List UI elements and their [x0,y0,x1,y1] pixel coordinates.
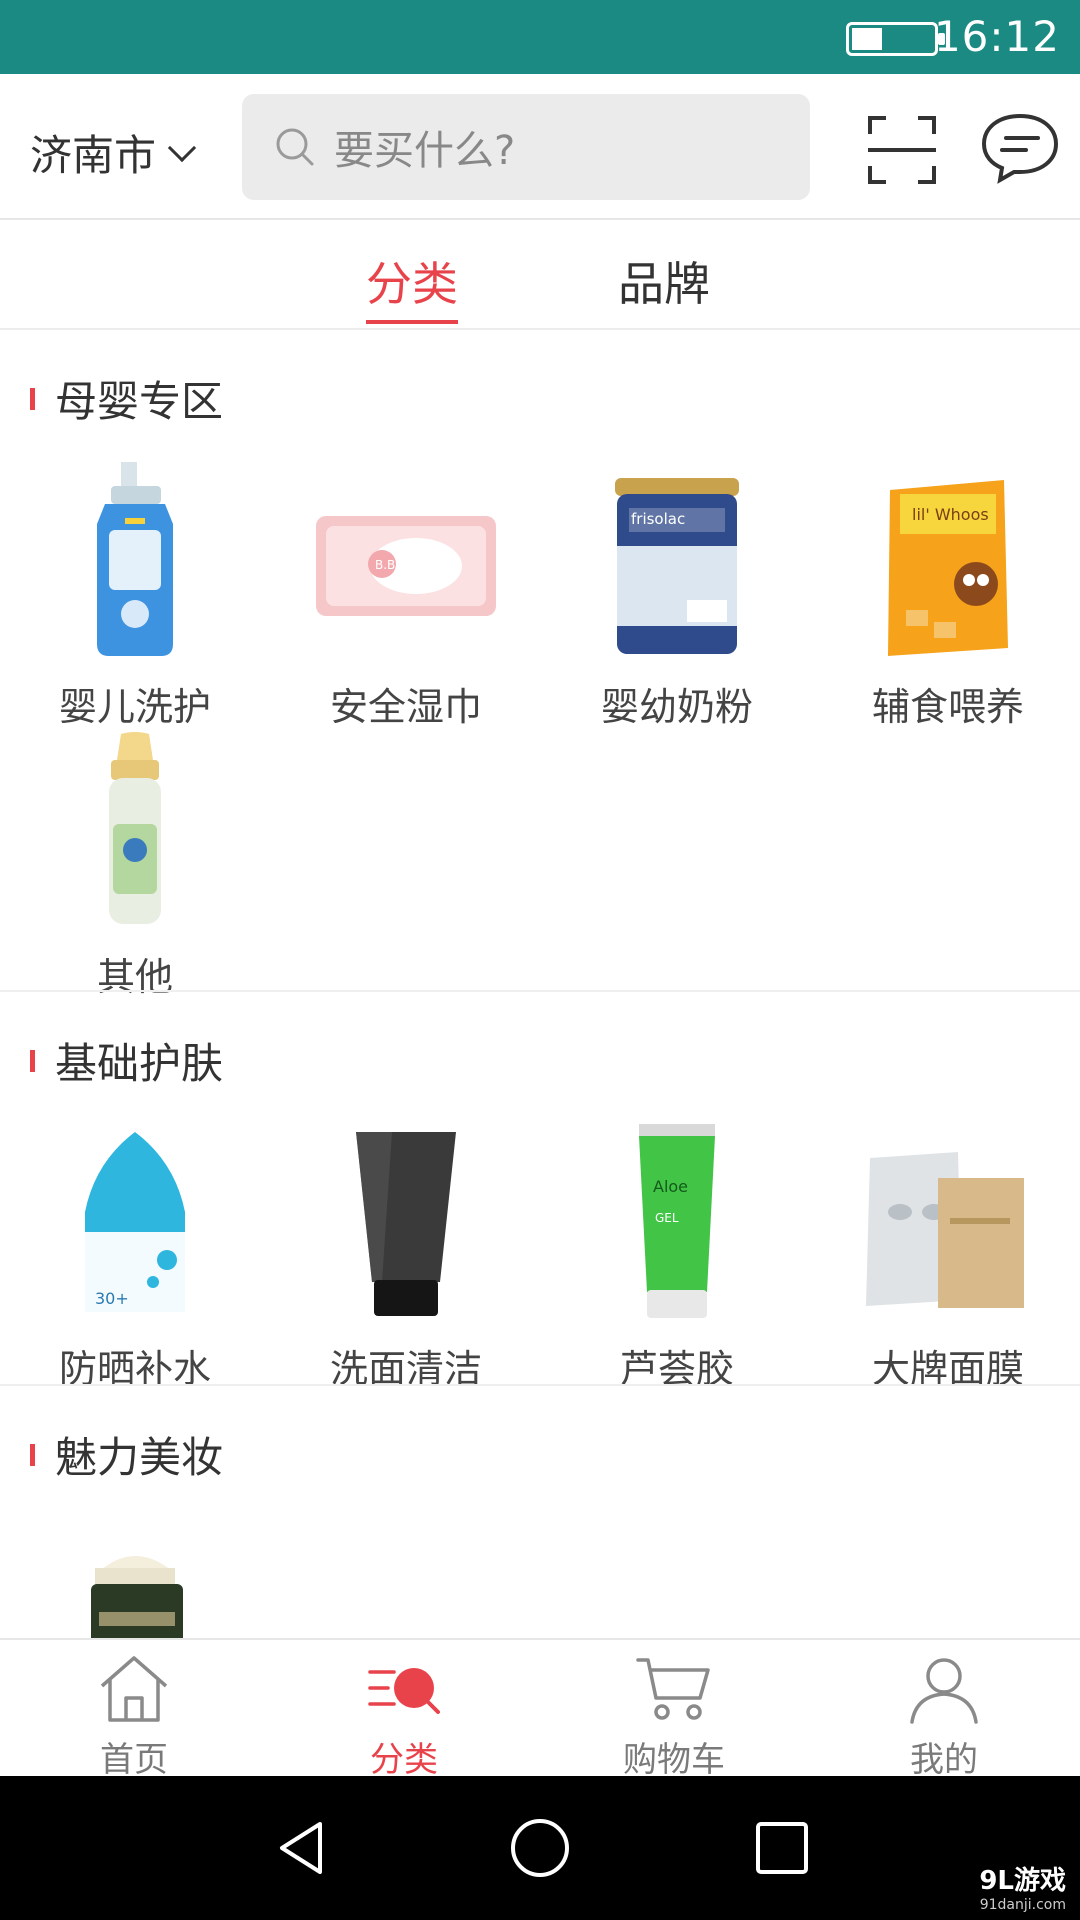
header: 济南市 要买什么? [0,74,1080,220]
bottom-nav: 首页 分类 购物车 我的 [0,1638,1080,1780]
category-item[interactable]: 洗面清洁 [296,1122,516,1393]
nav-cart[interactable]: 购物车 [594,1652,754,1781]
back-icon[interactable] [272,1818,332,1878]
baby-bottle-image [25,730,245,930]
user-icon [910,1658,978,1724]
cart-icon [636,1658,710,1720]
city-label: 济南市 [30,131,157,180]
svg-text:B.B: B.B [375,558,395,572]
section-title: 魅力美妆 [30,1424,223,1485]
category-item[interactable]: 婴儿洗护 [25,460,245,731]
category-item[interactable]: Aloe GEL 芦荟胶 [567,1122,787,1393]
nav-home[interactable]: 首页 [54,1652,214,1781]
category-item[interactable]: 其他 [25,730,245,1001]
milk-powder-image: frisolac [567,460,787,660]
status-time: 16:12 [933,12,1060,61]
watermark: 9L游戏 91danji.com [979,1866,1066,1913]
svg-text:Aloe: Aloe [653,1177,688,1196]
cleanser-tube-image [296,1122,516,1322]
cream-jar-image [25,1536,245,1638]
city-selector[interactable]: 济南市 [30,122,197,183]
search-icon [276,128,314,166]
tab-brand[interactable]: 品牌 [618,248,710,314]
message-icon[interactable] [980,110,1060,186]
wet-wipes-image: B.B [296,460,516,660]
search-placeholder: 要买什么? [334,128,516,174]
home-icon [100,1656,168,1722]
category-item[interactable] [25,1536,245,1638]
chevron-down-icon [167,133,197,162]
category-item[interactable]: B.B 安全湿巾 [296,460,516,731]
category-icon [368,1668,440,1714]
category-item[interactable]: 30+ 防晒补水 [25,1122,245,1393]
home-circle-icon[interactable] [508,1816,572,1880]
svg-text:lil' Whoos: lil' Whoos [912,505,989,524]
category-tabs: 分类 品牌 [0,220,1080,330]
svg-text:GEL: GEL [655,1211,679,1225]
search-input[interactable]: 要买什么? [242,94,810,200]
system-nav-bar [0,1776,1080,1920]
baby-food-image: lil' Whoos [838,460,1058,660]
status-bar: 16:12 [0,0,1080,74]
battery-icon [846,22,945,56]
tab-category[interactable]: 分类 [366,248,458,324]
scan-icon[interactable] [866,114,938,186]
aloe-gel-image: Aloe GEL [567,1122,787,1322]
category-content: 母婴专区 婴儿洗护 B.B 安全湿巾 frisolac 婴幼奶粉 lil' Wh… [0,330,1080,1638]
nav-profile[interactable]: 我的 [864,1652,1024,1781]
sunscreen-image: 30+ [25,1122,245,1322]
category-item[interactable]: 大牌面膜 [838,1122,1058,1393]
section-title: 母婴专区 [30,368,223,429]
nav-category[interactable]: 分类 [324,1652,484,1781]
svg-text:30+: 30+ [95,1289,129,1308]
svg-text:frisolac: frisolac [631,510,685,528]
category-item[interactable]: frisolac 婴幼奶粉 [567,460,787,731]
section-title: 基础护肤 [30,1030,223,1091]
recent-apps-icon[interactable] [752,1818,812,1878]
face-mask-image [838,1122,1058,1322]
category-item[interactable]: lil' Whoos 辅食喂养 [838,460,1058,731]
baby-wash-image [25,460,245,660]
